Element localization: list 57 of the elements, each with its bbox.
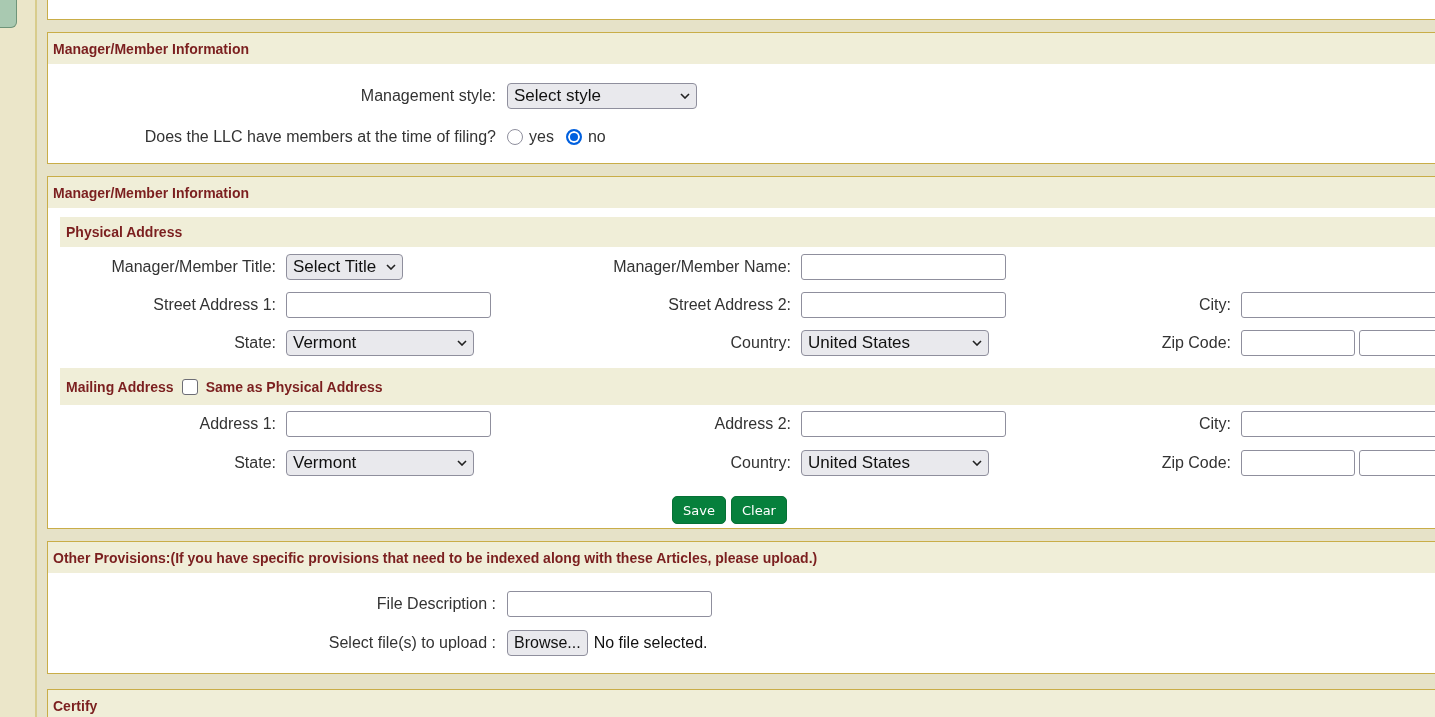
file-status: No file selected.	[593, 634, 708, 652]
chevron-icon	[972, 340, 982, 346]
browse-button[interactable]: Browse...	[507, 630, 588, 656]
radio-label: no	[587, 128, 606, 146]
text-field[interactable]	[507, 591, 712, 617]
field-label: State:	[234, 334, 276, 352]
dropdown[interactable]: Vermont	[286, 330, 474, 356]
dropdown[interactable]: Vermont	[286, 450, 474, 476]
field-label: Management style:	[360, 87, 496, 105]
chevron-icon	[386, 264, 397, 270]
field-label: File Description :	[376, 595, 496, 613]
field-label: Address 2:	[714, 415, 791, 433]
form-button[interactable]: Clear	[730, 496, 787, 524]
section-title: Manager/Member Information	[53, 184, 250, 201]
field-label: State:	[234, 454, 276, 472]
text-field[interactable]	[1241, 411, 1435, 437]
radio-button[interactable]	[565, 129, 582, 145]
field-label: Country:	[730, 334, 791, 352]
dropdown[interactable]: United States	[801, 330, 989, 356]
text-field[interactable]	[801, 411, 1006, 437]
chevron-icon	[457, 460, 467, 466]
dropdown[interactable]: Select Title	[286, 254, 404, 280]
chevron-icon	[457, 340, 467, 346]
section-title: Manager/Member Information	[53, 40, 250, 57]
text-field[interactable]	[801, 254, 1006, 280]
form-button[interactable]: Save	[672, 496, 726, 524]
field-label: Manager/Member Title:	[111, 258, 276, 276]
field-label: Manager/Member Name:	[613, 258, 791, 276]
section-title: Certify	[53, 697, 98, 714]
checkbox-label: Same as Physical Address	[205, 378, 383, 395]
radio-label: yes	[529, 128, 554, 146]
side-tab[interactable]	[0, 0, 17, 28]
field-label: Select file(s) to upload :	[328, 634, 496, 652]
dropdown[interactable]: United States	[801, 450, 989, 476]
field-label: City:	[1199, 296, 1231, 314]
chevron-icon	[680, 93, 690, 99]
zip-field[interactable]	[1241, 450, 1355, 476]
checkbox[interactable]	[181, 378, 198, 395]
field-label: Country:	[730, 454, 791, 472]
subsection-title: Physical Address	[66, 224, 183, 240]
subsection-title: Mailing Address	[66, 378, 174, 395]
field-label: Zip Code:	[1161, 454, 1231, 472]
field-label: Street Address 2:	[668, 296, 791, 314]
dropdown[interactable]: Select style	[507, 83, 697, 109]
field-label: Does the LLC have members at the time of filing?	[144, 128, 496, 146]
radio-button[interactable]	[507, 129, 523, 145]
text-field[interactable]	[286, 292, 491, 318]
field-label: Address 1:	[199, 415, 276, 433]
section-title: Other Provisions:(If you have specific provisions that need to be indexed along with these Articles, please upload.)	[53, 549, 818, 566]
text-field[interactable]	[1241, 292, 1435, 318]
text-field[interactable]	[286, 411, 491, 437]
field-label: Street Address 1:	[153, 296, 276, 314]
zip-field[interactable]	[1241, 330, 1355, 356]
chevron-icon	[972, 460, 982, 466]
field-label: City:	[1199, 415, 1231, 433]
text-field[interactable]	[801, 292, 1006, 318]
field-label: Zip Code:	[1161, 334, 1231, 352]
